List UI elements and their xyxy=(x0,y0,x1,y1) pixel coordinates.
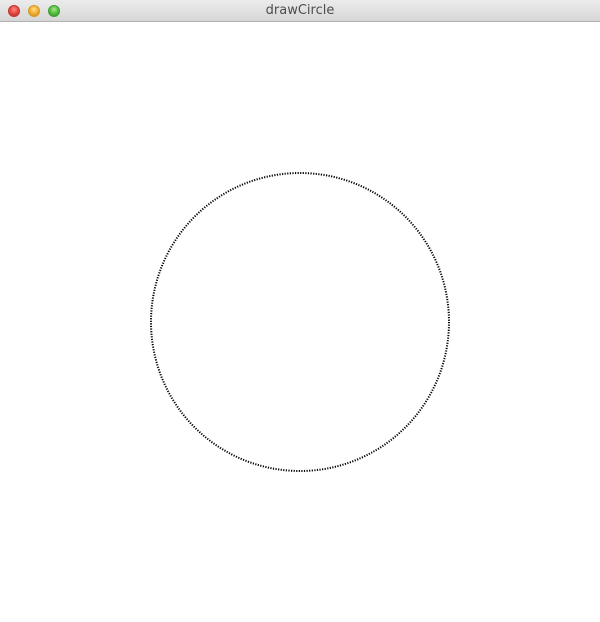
drawing-canvas[interactable] xyxy=(0,22,600,622)
title-bar[interactable]: drawCircle xyxy=(0,0,600,22)
window-title: drawCircle xyxy=(265,3,335,18)
dotted-circle xyxy=(150,172,450,472)
canvas-svg xyxy=(150,172,450,472)
app-window: drawCircle xyxy=(0,0,600,622)
